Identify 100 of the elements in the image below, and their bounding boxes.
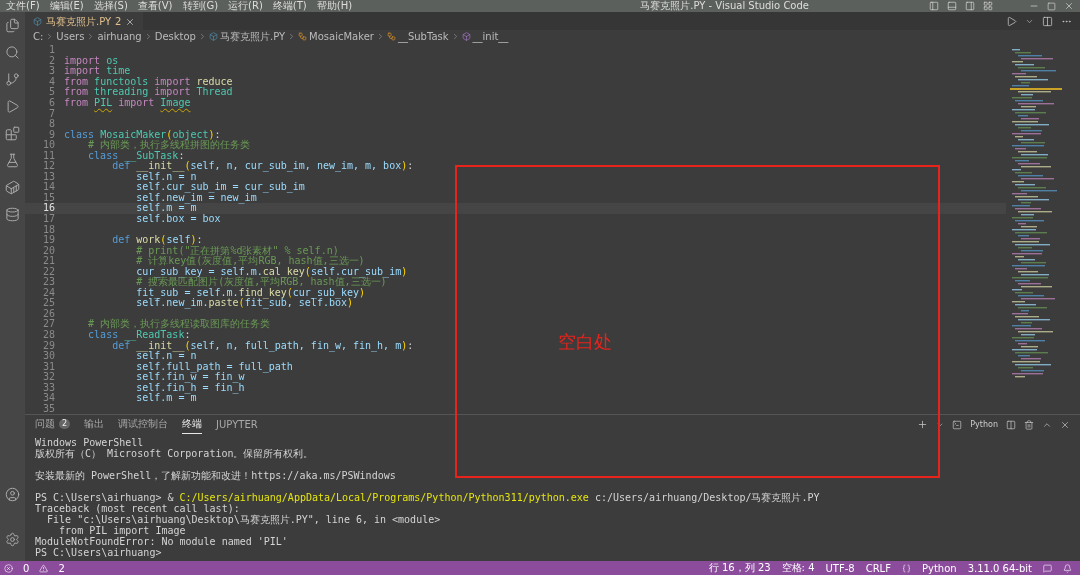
line-number: 8 bbox=[47, 119, 55, 130]
class-icon bbox=[386, 32, 396, 41]
breadcrumb-item[interactable]: MosaicMaker bbox=[309, 30, 374, 43]
search-icon[interactable] bbox=[5, 45, 20, 60]
braces-icon bbox=[901, 563, 911, 573]
close-icon[interactable] bbox=[1064, 1, 1074, 11]
code-line: from PIL import Image bbox=[64, 98, 191, 108]
editor-tab[interactable]: 马赛克照片.PY 2 bbox=[25, 12, 144, 30]
annotation-label: 空白处 bbox=[558, 330, 612, 354]
secondary-sidebar-toggle-icon[interactable] bbox=[965, 1, 975, 11]
feedback-icon[interactable] bbox=[1043, 563, 1052, 573]
split-editor-icon[interactable] bbox=[1042, 15, 1053, 27]
menu-item[interactable]: 文件(F) bbox=[6, 0, 40, 12]
panel-tab[interactable]: 问题 2 bbox=[35, 415, 71, 434]
menu-item[interactable]: 选择(S) bbox=[93, 0, 128, 12]
extensions-icon[interactable] bbox=[5, 126, 20, 141]
close-icon[interactable] bbox=[125, 16, 136, 27]
line-number: 3 bbox=[47, 66, 55, 77]
code-line: cur_sub_key = self.m.cal_key(self.cur_sub_im) bbox=[135, 266, 408, 277]
new-terminal-icon[interactable] bbox=[917, 419, 929, 430]
menu-item[interactable]: 运行(R) bbox=[228, 0, 263, 12]
status-item[interactable]: 行 16，列 23 bbox=[708, 561, 771, 575]
line-number: 16 bbox=[41, 203, 55, 214]
breadcrumb-item[interactable]: C: bbox=[33, 30, 44, 43]
terminal-line: 版权所有（C） Microsoft Corporation。保留所有权利。 bbox=[35, 448, 315, 459]
line-number: 26 bbox=[41, 308, 55, 319]
line-number: 23 bbox=[41, 277, 55, 288]
line-number: 27 bbox=[41, 319, 55, 330]
line-number: 14 bbox=[41, 182, 55, 193]
panel-tab[interactable]: JUPYTER bbox=[216, 415, 258, 434]
panel-tab[interactable]: 调试控制台 bbox=[118, 415, 169, 434]
line-number: 10 bbox=[41, 140, 55, 151]
line-number: 25 bbox=[41, 298, 55, 309]
panel-tab[interactable]: 终端 bbox=[182, 415, 203, 434]
line-number: 28 bbox=[41, 330, 55, 341]
menu-item[interactable]: 查看(V) bbox=[137, 0, 173, 12]
status-item[interactable]: 空格: 4 bbox=[781, 561, 815, 575]
error-count[interactable]: 0 bbox=[23, 562, 30, 574]
code-line: class MosaicMaker(object): bbox=[64, 129, 221, 140]
code-line: self.new_im.paste(fit_sub, self.box) bbox=[135, 298, 354, 309]
warning-icon bbox=[39, 563, 49, 573]
menu-item[interactable]: 终端(T) bbox=[272, 0, 307, 12]
python-file-icon bbox=[208, 32, 218, 41]
code-line: # print("正在拼第%d张素材" % self.n) bbox=[135, 245, 339, 256]
explorer-icon[interactable] bbox=[5, 18, 20, 33]
code-line: def work(self): bbox=[111, 235, 203, 246]
run-icon[interactable] bbox=[1006, 15, 1017, 27]
status-item[interactable]: 3.11.0 64-bit bbox=[967, 562, 1032, 574]
breadcrumb-item[interactable]: __SubTask bbox=[397, 30, 449, 43]
database-icon[interactable] bbox=[5, 207, 20, 222]
bell-icon[interactable] bbox=[1063, 563, 1072, 573]
settings-icon[interactable] bbox=[5, 532, 20, 547]
code-line: self.m = m bbox=[135, 203, 197, 214]
code-line: # 内部类，执行多线程拼图的任务类 bbox=[87, 140, 251, 151]
warning-count[interactable]: 2 bbox=[58, 562, 65, 574]
layout-icon[interactable] bbox=[983, 1, 993, 11]
flask-icon[interactable] bbox=[5, 153, 20, 168]
code-line: self.n = n bbox=[136, 171, 197, 182]
line-number: 34 bbox=[41, 393, 55, 404]
line-number: 21 bbox=[41, 256, 55, 267]
language-mode[interactable]: Python bbox=[921, 562, 957, 574]
menu-item[interactable]: 转到(G) bbox=[182, 0, 219, 12]
source-control-icon[interactable] bbox=[5, 72, 20, 87]
code-line: self.n = n bbox=[136, 351, 197, 362]
code-line: self.full_path = full_path bbox=[135, 361, 293, 372]
breadcrumb-item[interactable]: airhuang bbox=[97, 30, 142, 43]
line-number: 29 bbox=[41, 340, 55, 351]
line-number: 5 bbox=[47, 87, 55, 98]
terminal-line: from PIL import Image bbox=[59, 525, 186, 536]
status-item[interactable]: CRLF bbox=[865, 562, 891, 574]
code-line: def __init__(self, n, cur_sub_im, new_im, m, box): bbox=[111, 161, 414, 172]
container-icon[interactable] bbox=[5, 180, 20, 195]
line-number: 33 bbox=[41, 382, 55, 393]
panel-tab[interactable]: 输出 bbox=[84, 415, 105, 434]
breadcrumb-item[interactable]: Desktop bbox=[154, 30, 196, 43]
method-icon bbox=[461, 32, 471, 41]
line-number: 17 bbox=[41, 214, 55, 224]
breadcrumb-item[interactable]: __init__ bbox=[472, 30, 509, 43]
status-item[interactable]: UTF-8 bbox=[825, 562, 855, 574]
code-line: def __init__(self, n, full_path, fin_w, fin_h, m): bbox=[111, 340, 414, 351]
menu-item[interactable]: 帮助(H) bbox=[316, 0, 353, 12]
line-number: 20 bbox=[41, 245, 55, 256]
split-terminal-icon[interactable] bbox=[1006, 419, 1016, 430]
account-icon[interactable] bbox=[5, 487, 20, 502]
terminal-line: ModuleNotFoundError: No module named 'PIL' bbox=[35, 536, 289, 547]
menu-item[interactable]: 编辑(E) bbox=[49, 0, 84, 12]
code-line: class __ReadTask: bbox=[87, 330, 191, 341]
close-icon[interactable] bbox=[1060, 419, 1070, 430]
panel-toggle-icon[interactable] bbox=[947, 1, 957, 11]
code-line: from functools import reduce bbox=[64, 76, 233, 87]
maximize-icon[interactable] bbox=[1047, 1, 1056, 11]
terminal-name[interactable]: Python bbox=[970, 420, 998, 429]
line-number: 18 bbox=[41, 224, 55, 235]
sidebar-toggle-icon[interactable] bbox=[929, 1, 939, 11]
line-number: 2 bbox=[47, 55, 55, 66]
breadcrumb-item[interactable]: Users bbox=[56, 30, 85, 43]
code-line: fit_sub = self.m.find_key(cur_sub_key) bbox=[135, 287, 366, 298]
breadcrumb-item[interactable]: 马赛克照片.PY bbox=[219, 30, 286, 43]
run-debug-icon[interactable] bbox=[5, 99, 20, 114]
trash-icon[interactable] bbox=[1024, 419, 1034, 430]
